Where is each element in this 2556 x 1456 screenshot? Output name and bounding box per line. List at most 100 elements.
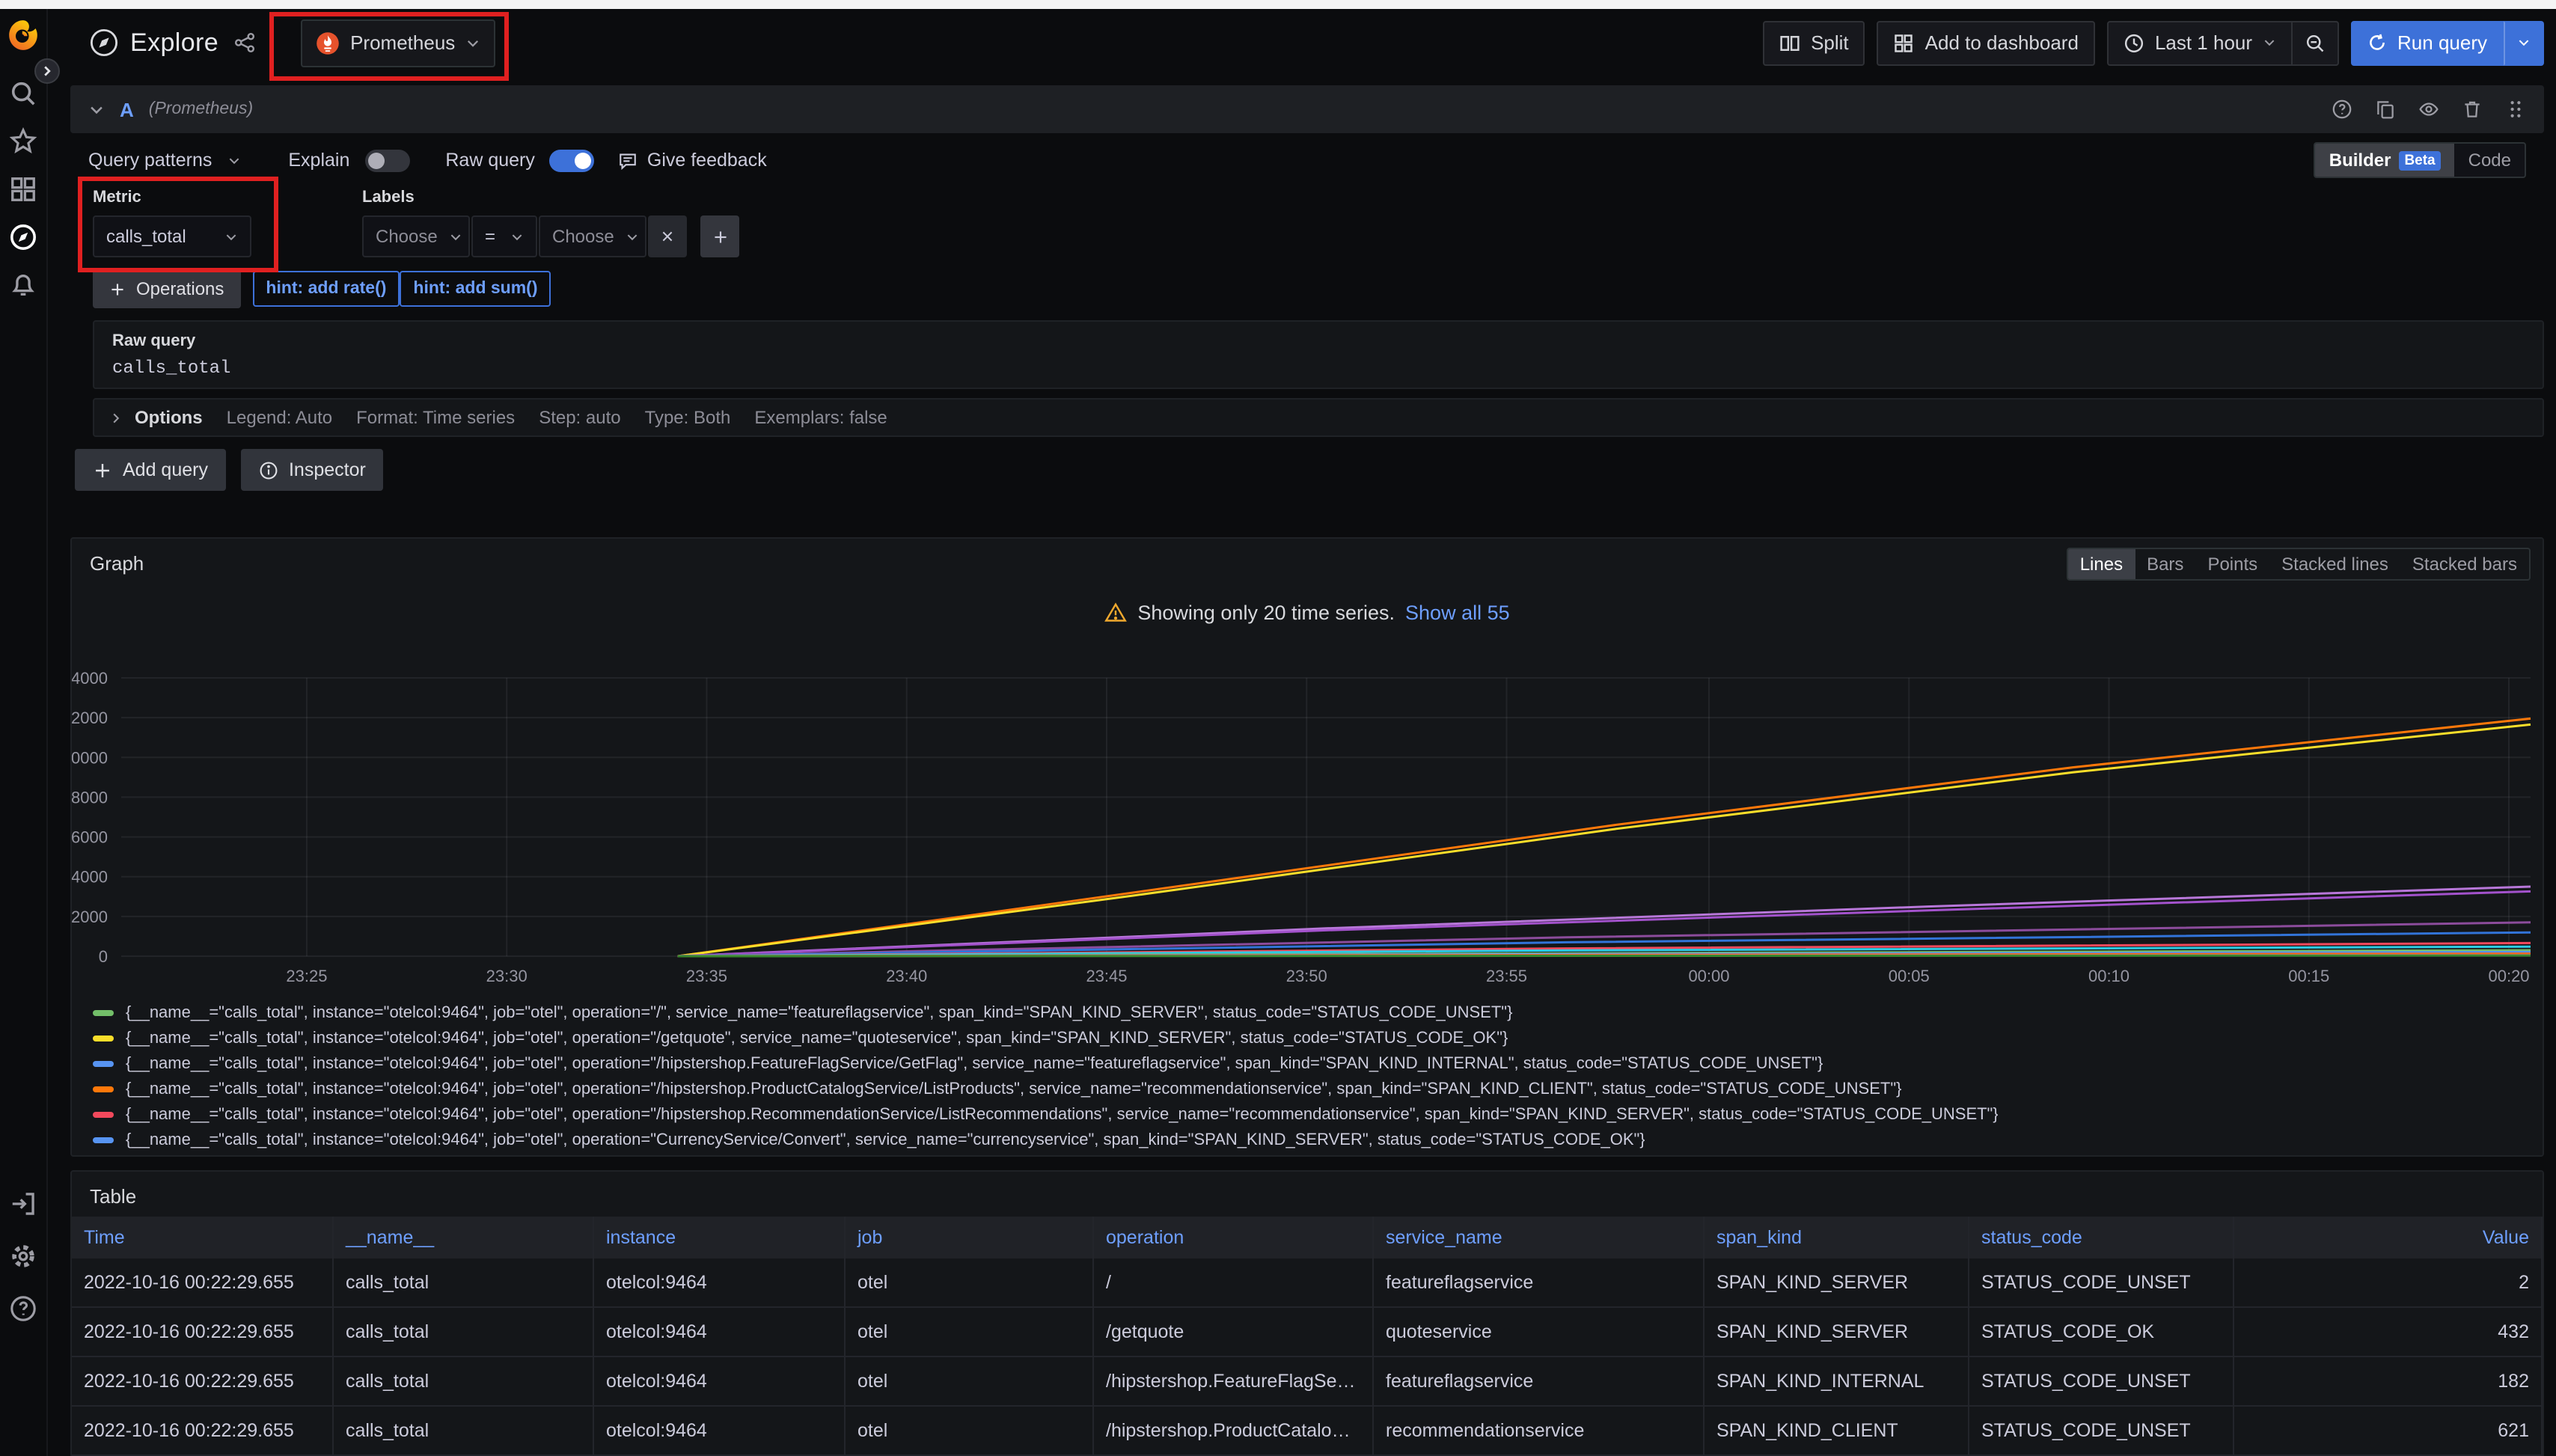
column-header-servicename[interactable]: service_name (1374, 1217, 1704, 1258)
legend-item[interactable]: {__name__="calls_total", instance="otelc… (93, 1101, 2531, 1127)
legend-item[interactable]: {__name__="calls_total", instance="otelc… (93, 1076, 2531, 1101)
duplicate-query-icon[interactable] (2375, 99, 2396, 120)
explore-compass-icon (90, 28, 118, 57)
operations-row: Operations hint: add rate()hint: add sum… (70, 269, 2544, 308)
y-axis-tick-label: 2000 (72, 908, 108, 926)
column-header-name[interactable]: __name__ (334, 1217, 594, 1258)
column-header-instance[interactable]: instance (594, 1217, 846, 1258)
star-icon[interactable] (9, 127, 37, 156)
drag-handle-icon[interactable] (2505, 99, 2526, 120)
chart-series-series-purple (678, 891, 2531, 956)
label-value-select[interactable]: Choose (539, 215, 646, 257)
x-axis-tick-label: 00:05 (1889, 967, 1930, 985)
sign-in-icon[interactable] (9, 1190, 37, 1218)
query-row-header[interactable]: A (Prometheus) (70, 85, 2544, 133)
show-all-series-link[interactable]: Show all 55 (1405, 602, 1510, 624)
inspector-button[interactable]: Inspector (241, 449, 384, 491)
add-label-filter-button[interactable] (700, 215, 739, 257)
disable-query-eye-icon[interactable] (2418, 99, 2439, 120)
apps-icon[interactable] (9, 175, 37, 204)
legend-item[interactable]: {__name__="calls_total", instance="otelc… (93, 1127, 2531, 1152)
zoom-out-button[interactable] (2293, 20, 2339, 65)
give-feedback-link[interactable]: Give feedback (619, 150, 767, 171)
column-header-statuscode[interactable]: status_code (1969, 1217, 2234, 1258)
explain-label: Explain (288, 150, 349, 171)
label-operator-select[interactable]: = (471, 215, 537, 257)
remove-label-filter-button[interactable] (648, 215, 687, 257)
compass-icon[interactable] (9, 223, 37, 251)
raw-query-value: calls_total (112, 358, 2525, 379)
table-cell: otel (846, 1357, 1094, 1405)
collapse-chevron-icon[interactable] (88, 101, 105, 117)
sidebar-expand-button[interactable] (34, 58, 60, 84)
table-cell: /hipstershop.FeatureFlagService/GetFlag (1094, 1357, 1374, 1405)
table-cell: STATUS_CODE_UNSET (1969, 1407, 2234, 1455)
builder-tab[interactable]: Builder Beta (2316, 144, 2455, 177)
legend-series-color (93, 1086, 114, 1092)
x-axis-tick-label: 23:45 (1086, 967, 1127, 985)
table-cell: / (1094, 1258, 1374, 1306)
add-operation-button[interactable]: Operations (93, 269, 240, 308)
query-toolbar: Query patterns Explain Raw query Give fe… (70, 141, 2544, 180)
graph-style-points[interactable]: Points (2195, 549, 2269, 579)
share-icon[interactable] (233, 31, 256, 54)
graph-panel: Graph LinesBarsPointsStacked linesStacke… (70, 537, 2544, 1157)
explain-toggle[interactable] (364, 149, 409, 171)
query-help-icon[interactable] (2332, 99, 2352, 120)
table-panel-title: Table (90, 1185, 136, 1208)
metric-labels-row: Metric calls_total Labels Choose = (70, 189, 2544, 257)
table-cell: SPAN_KIND_INTERNAL (1704, 1357, 1969, 1405)
raw-query-title: Raw query (112, 332, 2525, 350)
query-patterns-dropdown[interactable]: Query patterns (88, 150, 212, 171)
graph-style-bars[interactable]: Bars (2135, 549, 2195, 579)
remove-query-trash-icon[interactable] (2462, 99, 2483, 120)
graph-style-stacked-lines[interactable]: Stacked lines (2269, 549, 2400, 579)
metric-select[interactable]: calls_total (93, 215, 251, 257)
y-axis-tick-label: 8000 (72, 788, 108, 807)
screenshot-root: Explore Prometheus Split (0, 0, 2556, 1456)
grafana-logo-icon[interactable] (6, 18, 40, 52)
graph-style-lines[interactable]: Lines (2068, 549, 2135, 579)
query-options-row[interactable]: Options Legend: AutoFormat: Time seriesS… (93, 398, 2544, 437)
column-header-operation[interactable]: operation (1094, 1217, 1374, 1258)
label-key-select[interactable]: Choose (362, 215, 470, 257)
time-series-chart[interactable]: 0200040006000800010000120001400023:2523:… (72, 658, 2543, 1010)
search-icon[interactable] (9, 79, 37, 108)
table-cell: featureflagservice (1374, 1258, 1704, 1306)
legend-series-label: {__name__="calls_total", instance="otelc… (126, 1003, 1512, 1021)
legend-item[interactable]: {__name__="calls_total", instance="otelc… (93, 1050, 2531, 1076)
gear-icon[interactable] (9, 1242, 37, 1270)
add-query-button[interactable]: Add query (75, 449, 226, 491)
table-cell: STATUS_CODE_UNSET (1969, 1258, 2234, 1306)
split-button[interactable]: Split (1763, 20, 1865, 65)
add-to-dashboard-button[interactable]: Add to dashboard (1877, 20, 2095, 65)
help-icon[interactable] (9, 1294, 37, 1323)
table-cell: 182 (2234, 1357, 2543, 1405)
table-row: 2022-10-16 00:22:29.655calls_totalotelco… (72, 1357, 2543, 1407)
table-cell: 2022-10-16 00:22:29.655 (72, 1308, 334, 1356)
time-range-picker[interactable]: Last 1 hour (2107, 20, 2293, 65)
code-tab[interactable]: Code (2455, 144, 2525, 177)
zoom-out-icon (2305, 32, 2326, 53)
legend-item[interactable]: {__name__="calls_total", instance="otelc… (93, 1025, 2531, 1050)
legend-item[interactable]: {__name__="calls_total", instance="otelc… (93, 1000, 2531, 1025)
column-header-Value[interactable]: Value (2234, 1217, 2543, 1258)
run-query-button[interactable]: Run query (2351, 20, 2504, 65)
datasource-picker[interactable]: Prometheus (301, 19, 495, 67)
column-header-spankind[interactable]: span_kind (1704, 1217, 1969, 1258)
legend-item[interactable]: {__name__="calls_total", instance="otelc… (93, 1152, 2531, 1155)
column-header-job[interactable]: job (846, 1217, 1094, 1258)
metric-label: Metric (93, 189, 269, 207)
legend-series-label: {__name__="calls_total", instance="otelc… (126, 1029, 1508, 1047)
query-hint-button[interactable]: hint: add sum() (400, 271, 551, 307)
query-option-summary: Exemplars: false (754, 407, 887, 428)
column-header-Time[interactable]: Time (72, 1217, 334, 1258)
run-query-dropdown-button[interactable] (2504, 20, 2544, 65)
bell-icon[interactable] (9, 271, 37, 299)
query-hint-button[interactable]: hint: add rate() (252, 271, 400, 307)
graph-style-stacked-bars[interactable]: Stacked bars (2400, 549, 2529, 579)
raw-query-toggle[interactable] (550, 149, 595, 171)
x-axis-tick-label: 23:35 (686, 967, 727, 985)
beta-badge: Beta (2398, 150, 2441, 170)
query-ref-id[interactable]: A (120, 98, 134, 120)
